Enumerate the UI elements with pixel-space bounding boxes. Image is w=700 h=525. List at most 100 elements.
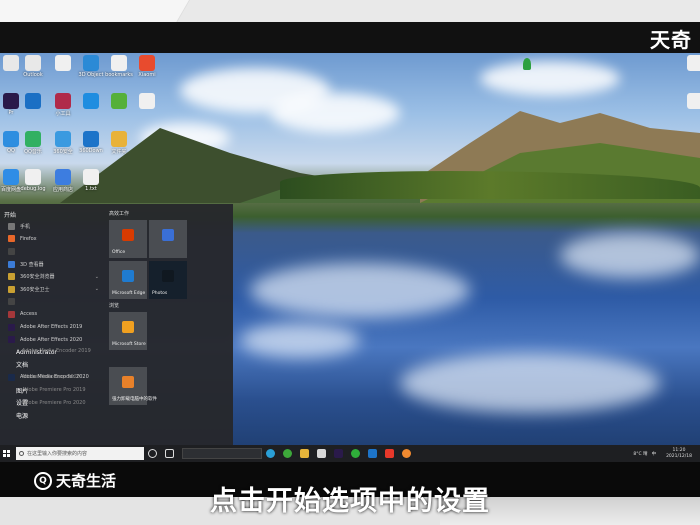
desktop-icon[interactable]: 文件夹 bbox=[108, 131, 130, 155]
desktop-icon[interactable]: Pr bbox=[0, 93, 22, 116]
app-icon bbox=[55, 55, 71, 71]
app-icon bbox=[3, 55, 19, 71]
wps-icon[interactable] bbox=[385, 449, 394, 458]
start-app-item[interactable]: 3D 查看器 bbox=[0, 258, 105, 271]
app-label: Adobe After Effects 2019 bbox=[20, 324, 83, 331]
app-icon bbox=[139, 93, 155, 109]
start-tile[interactable] bbox=[149, 220, 187, 258]
start-app-item[interactable]: Adobe After Effects 2019 bbox=[0, 321, 105, 334]
app-label: Adobe After Effects 2020 bbox=[20, 336, 83, 343]
premiere-icon[interactable] bbox=[334, 449, 343, 458]
input-lang[interactable]: 中 bbox=[652, 451, 657, 457]
cortana-button[interactable] bbox=[148, 449, 157, 458]
task-view-button[interactable] bbox=[165, 449, 174, 458]
desktop-icon[interactable]: 3D Object bbox=[79, 55, 103, 78]
desktop-icon[interactable]: 360Down bbox=[79, 131, 103, 154]
desktop-icon[interactable] bbox=[22, 93, 44, 110]
taskbar-search[interactable]: 在这里输入你要搜索的内容 bbox=[16, 447, 144, 460]
app-icon bbox=[4, 361, 11, 368]
desktop-icon-label: QQ bbox=[7, 148, 15, 154]
desktop-icon[interactable]: 小工具 bbox=[52, 93, 74, 117]
desktop-icon[interactable] bbox=[0, 55, 22, 72]
start-app-item[interactable]: 360安全浏览器 ⌄ bbox=[0, 270, 105, 283]
start-side-item[interactable]: 电源 bbox=[0, 409, 105, 422]
desktop-icon[interactable] bbox=[108, 93, 130, 110]
chevron-down-icon: ⌄ bbox=[94, 273, 99, 280]
tile-label: Photos bbox=[152, 291, 168, 296]
desktop-icon[interactable]: 1.txt bbox=[80, 169, 102, 192]
desktop-icon[interactable]: QQ音乐 bbox=[22, 131, 44, 155]
app-icon bbox=[139, 55, 155, 71]
start-button[interactable] bbox=[3, 450, 10, 457]
app-icon bbox=[3, 131, 19, 147]
start-tile[interactable]: Office bbox=[109, 220, 147, 258]
start-tile[interactable]: 强力卸载电脑中的软件 bbox=[109, 367, 157, 405]
start-app-item[interactable]: Adobe After Effects 2020 bbox=[0, 333, 105, 346]
wechat-icon[interactable] bbox=[351, 449, 360, 458]
desktop-icon[interactable] bbox=[52, 55, 74, 72]
start-app-item[interactable]: Access bbox=[0, 308, 105, 321]
search-placeholder: 在这里输入你要搜索的内容 bbox=[27, 451, 88, 457]
start-app-item[interactable]: Adobe Premiere Pro 2019 bbox=[22, 387, 86, 393]
clock-date: 2021/12/18 bbox=[666, 453, 692, 459]
app-icon bbox=[4, 412, 11, 419]
desktop-icon-label: 小工具 bbox=[55, 111, 71, 117]
app-icon bbox=[83, 169, 99, 185]
app-icon[interactable] bbox=[402, 449, 411, 458]
app-icon bbox=[8, 298, 15, 306]
app-label: 电源 bbox=[16, 412, 29, 420]
taskbar-address-bar[interactable] bbox=[182, 448, 262, 459]
desktop-icon[interactable]: 百度网盘 bbox=[0, 169, 22, 193]
start-app-item[interactable] bbox=[0, 296, 105, 309]
desktop-icon-label: Xiaomi bbox=[138, 72, 156, 78]
desktop-icon[interactable]: debug.log bbox=[21, 169, 46, 192]
start-app-item[interactable]: 360安全卫士 ⌄ bbox=[0, 283, 105, 296]
desktop-icon[interactable]: 360安全 bbox=[52, 131, 74, 155]
desktop-icon-label: 360安全 bbox=[53, 149, 73, 155]
app-label: 3D 查看器 bbox=[20, 261, 44, 268]
folder-icon[interactable] bbox=[300, 449, 309, 458]
app-icon bbox=[55, 169, 71, 185]
tile-label: Office bbox=[112, 250, 126, 255]
file-icon bbox=[687, 93, 700, 109]
start-tile[interactable]: Microsoft Store bbox=[109, 312, 147, 350]
start-app-item[interactable] bbox=[0, 245, 105, 258]
start-tile[interactable]: Microsoft Edge bbox=[109, 261, 147, 299]
desktop-icon-file[interactable] bbox=[684, 93, 700, 109]
tile-label: Microsoft Store bbox=[112, 342, 146, 347]
desktop-icon[interactable] bbox=[80, 93, 102, 110]
start-app-item[interactable]: Adobe Media Encoder 2019 bbox=[22, 348, 91, 354]
desktop-icon[interactable]: Outlook bbox=[22, 55, 44, 78]
reflection bbox=[240, 323, 360, 358]
app-icon bbox=[8, 222, 15, 230]
weather-text[interactable]: 8°C 晴 bbox=[633, 451, 647, 457]
desktop-icon[interactable]: Xiaomi bbox=[136, 55, 158, 78]
browser-icon[interactable] bbox=[283, 449, 292, 458]
edge-icon[interactable] bbox=[266, 449, 275, 458]
app-icon bbox=[25, 131, 41, 147]
tree-icon bbox=[523, 58, 531, 70]
start-app-item[interactable]: 手机 bbox=[0, 220, 105, 233]
reflection bbox=[560, 233, 700, 278]
start-app-item[interactable]: Firefox bbox=[0, 233, 105, 246]
app-label: Firefox bbox=[20, 235, 37, 242]
start-app-item[interactable]: Adobe Premiere Pro 2020 bbox=[22, 400, 86, 406]
desktop-icon[interactable]: bookmarks bbox=[105, 55, 133, 78]
desktop-icon-label: 360Down bbox=[79, 148, 103, 154]
desktop-icon-file[interactable] bbox=[684, 55, 700, 71]
app-icon[interactable] bbox=[368, 449, 377, 458]
app-icon bbox=[4, 349, 11, 356]
search-icon bbox=[19, 451, 24, 456]
desktop-icon[interactable]: 应用商店 bbox=[52, 169, 74, 193]
start-app-item[interactable]: Adobe Photoshop 2020 bbox=[22, 374, 80, 380]
start-side-item[interactable]: 文档 bbox=[0, 359, 105, 372]
store-icon[interactable] bbox=[317, 449, 326, 458]
app-icon bbox=[111, 93, 127, 109]
desktop-icon[interactable]: QQ bbox=[0, 131, 22, 154]
app-icon bbox=[8, 273, 15, 281]
start-tile[interactable]: Photos bbox=[149, 261, 187, 299]
start-menu: 开始 手机 Firefox 3D 查看器 360安全浏览器 ⌄ 360安全卫士 ⌄ Acces… bbox=[0, 204, 233, 445]
app-label: 手机 bbox=[20, 223, 31, 230]
clock[interactable]: 11:20 2021/12/18 bbox=[662, 448, 692, 460]
desktop-icon[interactable] bbox=[136, 93, 158, 110]
